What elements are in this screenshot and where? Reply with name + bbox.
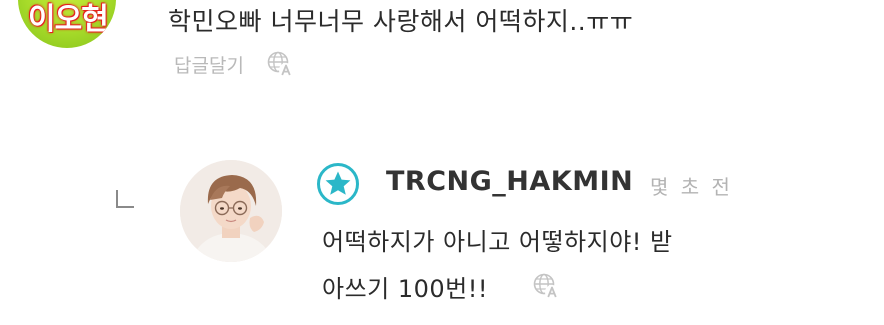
reply-indent-icon (116, 190, 134, 208)
star-badge-icon (316, 162, 360, 206)
commenter-avatar[interactable]: 이오현 (18, 0, 116, 48)
reply-text-line-1: 어떡하지가 아니고 어떻하지야! 받 (322, 228, 673, 256)
comment-text: 학민오빠 너무너무 사랑해서 어떡하지..ㅠㅠ (168, 7, 634, 36)
reply-avatar[interactable] (180, 160, 282, 262)
reply-button[interactable]: 답글달기 (174, 51, 244, 78)
reply-text-line-2: 아쓰기 100번!! (322, 275, 488, 303)
reply-translate-globe-icon[interactable] (532, 272, 560, 300)
reply-timestamp: 몇 초 전 (650, 175, 733, 199)
avatar-name-text: 이오현 (28, 2, 109, 37)
comment-actions: 답글달기 (174, 50, 294, 78)
translate-globe-icon[interactable] (266, 50, 294, 78)
reply-username[interactable]: TRCNG_HAKMIN (386, 166, 633, 197)
